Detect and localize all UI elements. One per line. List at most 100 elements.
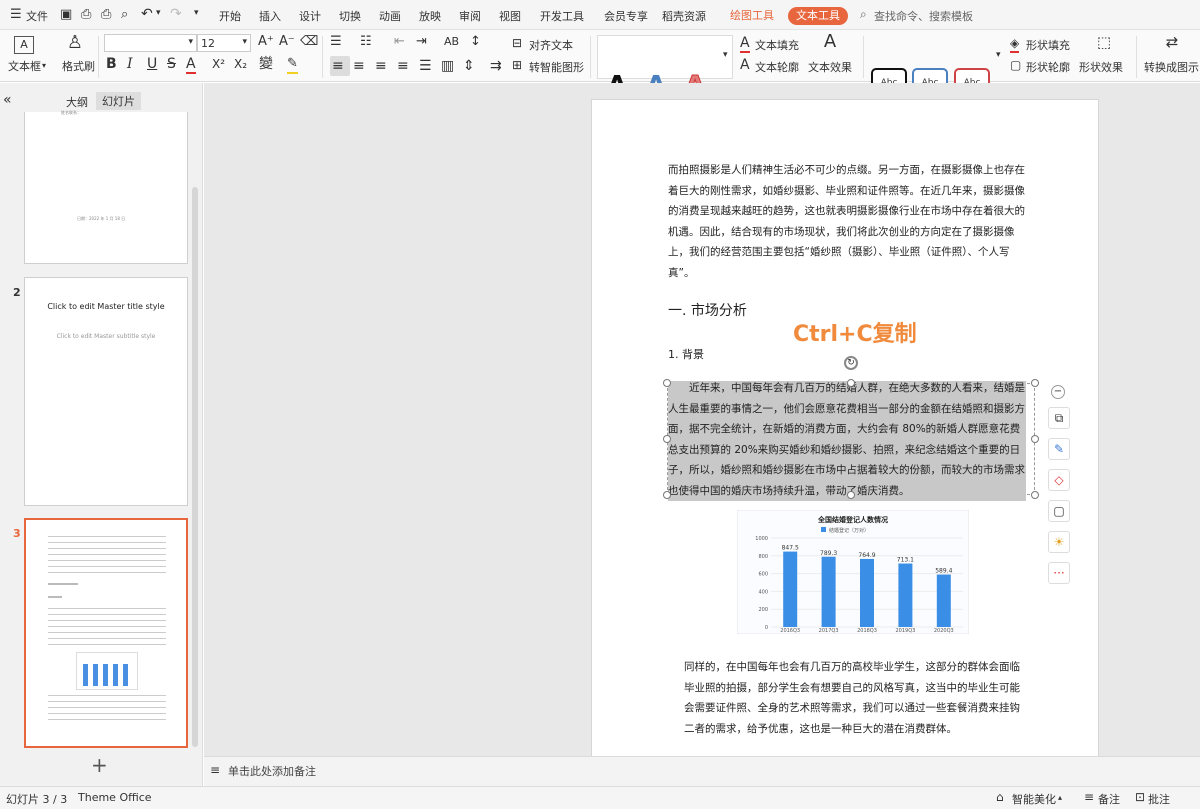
shape-outline-icon[interactable]: ▢	[1010, 57, 1021, 73]
border-icon[interactable]: ▢	[1048, 500, 1070, 522]
italic-icon[interactable]: I	[127, 56, 133, 72]
tab-developer[interactable]: 开发工具	[540, 8, 584, 24]
bullets-icon[interactable]: ☰	[330, 34, 342, 50]
line-spacing-icon[interactable]: ↕	[470, 34, 481, 50]
font-family-select[interactable]: ▾	[104, 34, 197, 52]
convert-diagram-icon[interactable]: ⇄	[1162, 34, 1182, 50]
increase-indent-icon[interactable]: ⇥	[416, 34, 427, 50]
decrease-indent-icon[interactable]: ⇤	[394, 34, 405, 50]
shape-effect-button[interactable]: 形状效果	[1079, 59, 1123, 75]
file-menu[interactable]: 文件	[26, 8, 48, 24]
highlight-icon[interactable]: ✎	[287, 56, 298, 74]
slide-heading[interactable]: 一. 市场分析	[668, 300, 747, 320]
resize-handle-se[interactable]	[1031, 491, 1039, 499]
rotate-handle-icon[interactable]: ↻	[844, 356, 858, 370]
convert-diagram-button[interactable]: 转换成图示	[1144, 59, 1199, 75]
align-text-icon[interactable]: ⊟	[512, 35, 522, 51]
notes-toggle-button[interactable]: 备注	[1098, 791, 1120, 807]
tab-docer[interactable]: 稻壳资源	[662, 8, 706, 24]
shape-fill-icon[interactable]: ◈	[1010, 35, 1020, 53]
font-size-select[interactable]: 12 ▾	[197, 34, 251, 52]
underline-icon[interactable]: U	[147, 56, 157, 72]
add-slide-button[interactable]: +	[91, 753, 108, 777]
shrink-font-icon[interactable]: A⁻	[279, 34, 295, 50]
pen-icon[interactable]: ✎	[1048, 438, 1070, 460]
save-icon[interactable]: ▣	[60, 7, 72, 22]
collapse-panel-icon[interactable]: «	[3, 92, 12, 108]
format-painter-icon[interactable]: ♙	[66, 34, 84, 52]
marriage-chart[interactable]: 全国结婚登记人数情况 结婚登记（万对） 0 200 400 600 800 1000 84…	[737, 510, 969, 634]
theme-name[interactable]: Theme Office	[78, 791, 152, 804]
tab-outline-view[interactable]: 大纲	[66, 94, 88, 110]
resize-handle-ne[interactable]	[1031, 379, 1039, 387]
smart-shape-icon[interactable]: ⊞	[512, 57, 522, 73]
gallery-more-icon[interactable]: ▾	[723, 50, 728, 60]
resize-handle-w[interactable]	[663, 435, 671, 443]
font-color-icon[interactable]: A	[186, 56, 196, 74]
text-fill-button[interactable]: 文本填充	[755, 37, 799, 53]
notes-placeholder[interactable]: 单击此处添加备注	[228, 763, 316, 779]
align-right-icon[interactable]: ≡	[375, 58, 387, 74]
undo-icon[interactable]: ↶	[141, 6, 153, 22]
command-search[interactable]: 查找命令、搜索模板	[874, 8, 973, 24]
notes-pane[interactable]: ≡ 单击此处添加备注	[204, 756, 1200, 786]
tab-home[interactable]: 开始	[219, 8, 241, 24]
layer-icon[interactable]: ⧉	[1048, 407, 1070, 429]
resize-handle-e[interactable]	[1031, 435, 1039, 443]
format-painter-button[interactable]: 格式刷	[62, 58, 95, 74]
text-fill-icon[interactable]: A	[740, 35, 750, 53]
tab-insert[interactable]: 插入	[259, 8, 281, 24]
tab-text-tools[interactable]: 文本工具	[788, 7, 848, 25]
resize-handle-n[interactable]	[847, 379, 855, 387]
tab-slideshow[interactable]: 放映	[419, 8, 441, 24]
print-preview-icon[interactable]: ⎙	[81, 7, 91, 22]
textbox-button[interactable]: 文本框	[8, 58, 41, 74]
shape-fill-button[interactable]: 形状填充	[1026, 37, 1070, 53]
shape-effect-icon[interactable]: ⬚	[1094, 34, 1114, 50]
text-outline-icon[interactable]: A	[740, 57, 750, 73]
distribute-icon[interactable]: ☰	[419, 58, 432, 74]
slide-thumbnail-2[interactable]: Click to edit Master title style Click t…	[24, 277, 188, 506]
smart-beautify-button[interactable]: 智能美化	[1012, 791, 1056, 807]
superscript-icon[interactable]: X²	[212, 56, 225, 72]
tab-review[interactable]: 审阅	[459, 8, 481, 24]
text-effect-icon[interactable]: A	[820, 33, 840, 51]
collapse-tools-icon[interactable]: −	[1051, 385, 1065, 399]
more-icon[interactable]: ···	[1048, 562, 1070, 584]
slide-subheading[interactable]: 1. 背景	[668, 346, 704, 362]
slide-paragraph-graduates[interactable]: 同样的，在中国每年也会有几百万的高校毕业学生，这部分的群体会面临毕业照的拍摄，部…	[684, 657, 1022, 739]
preview-icon[interactable]: ⌕	[121, 7, 128, 22]
tab-animation[interactable]: 动画	[379, 8, 401, 24]
fill-bucket-icon[interactable]: ◇	[1048, 469, 1070, 491]
tab-transition[interactable]: 切换	[339, 8, 361, 24]
strikethrough-icon[interactable]: S	[167, 56, 176, 72]
phonetic-guide-icon[interactable]: 變	[259, 56, 273, 72]
text-outline-button[interactable]: 文本轮廓	[755, 59, 799, 75]
indent-icon[interactable]: ⇉	[490, 58, 502, 74]
columns-icon[interactable]: ▥	[441, 58, 454, 74]
tab-draw-tools[interactable]: 绘图工具	[726, 7, 778, 25]
undo-dropdown-icon[interactable]: ▾	[156, 8, 161, 18]
print-icon[interactable]: ⎙	[101, 7, 111, 22]
slide-paragraph-intro[interactable]: 而拍照摄影是人们精神生活必不可少的点缀。另一方面，在摄影摄像上也存在着巨大的刚性…	[668, 160, 1026, 283]
bold-icon[interactable]: B	[106, 56, 117, 72]
shape-gallery-more-icon[interactable]: ▾	[996, 50, 1001, 60]
subscript-icon[interactable]: X₂	[234, 56, 247, 72]
panel-scrollbar[interactable]	[192, 187, 198, 747]
resize-handle-nw[interactable]	[663, 379, 671, 387]
text-effect-button[interactable]: 文本效果	[808, 59, 852, 75]
justify-icon[interactable]: ≡	[397, 58, 409, 74]
slide-thumbnail-3[interactable]	[24, 518, 188, 748]
align-text-button[interactable]: 对齐文本	[529, 37, 573, 53]
text-direction-icon[interactable]: AB	[444, 34, 459, 50]
tab-design[interactable]: 设计	[299, 8, 321, 24]
resize-handle-s[interactable]	[847, 491, 855, 499]
tab-member[interactable]: 会员专享	[604, 8, 648, 24]
align-center-icon[interactable]: ≡	[353, 58, 365, 74]
tab-view[interactable]: 视图	[499, 8, 521, 24]
slide-thumbnail-1[interactable]: 姓名联系： 日期：2022 年 1 月 18 日	[24, 110, 188, 264]
numbering-icon[interactable]: ☷	[360, 34, 372, 50]
comments-button[interactable]: 批注	[1148, 791, 1170, 807]
beautify-dropdown-icon[interactable]: ▴	[1058, 793, 1062, 802]
grow-font-icon[interactable]: A⁺	[258, 34, 274, 50]
